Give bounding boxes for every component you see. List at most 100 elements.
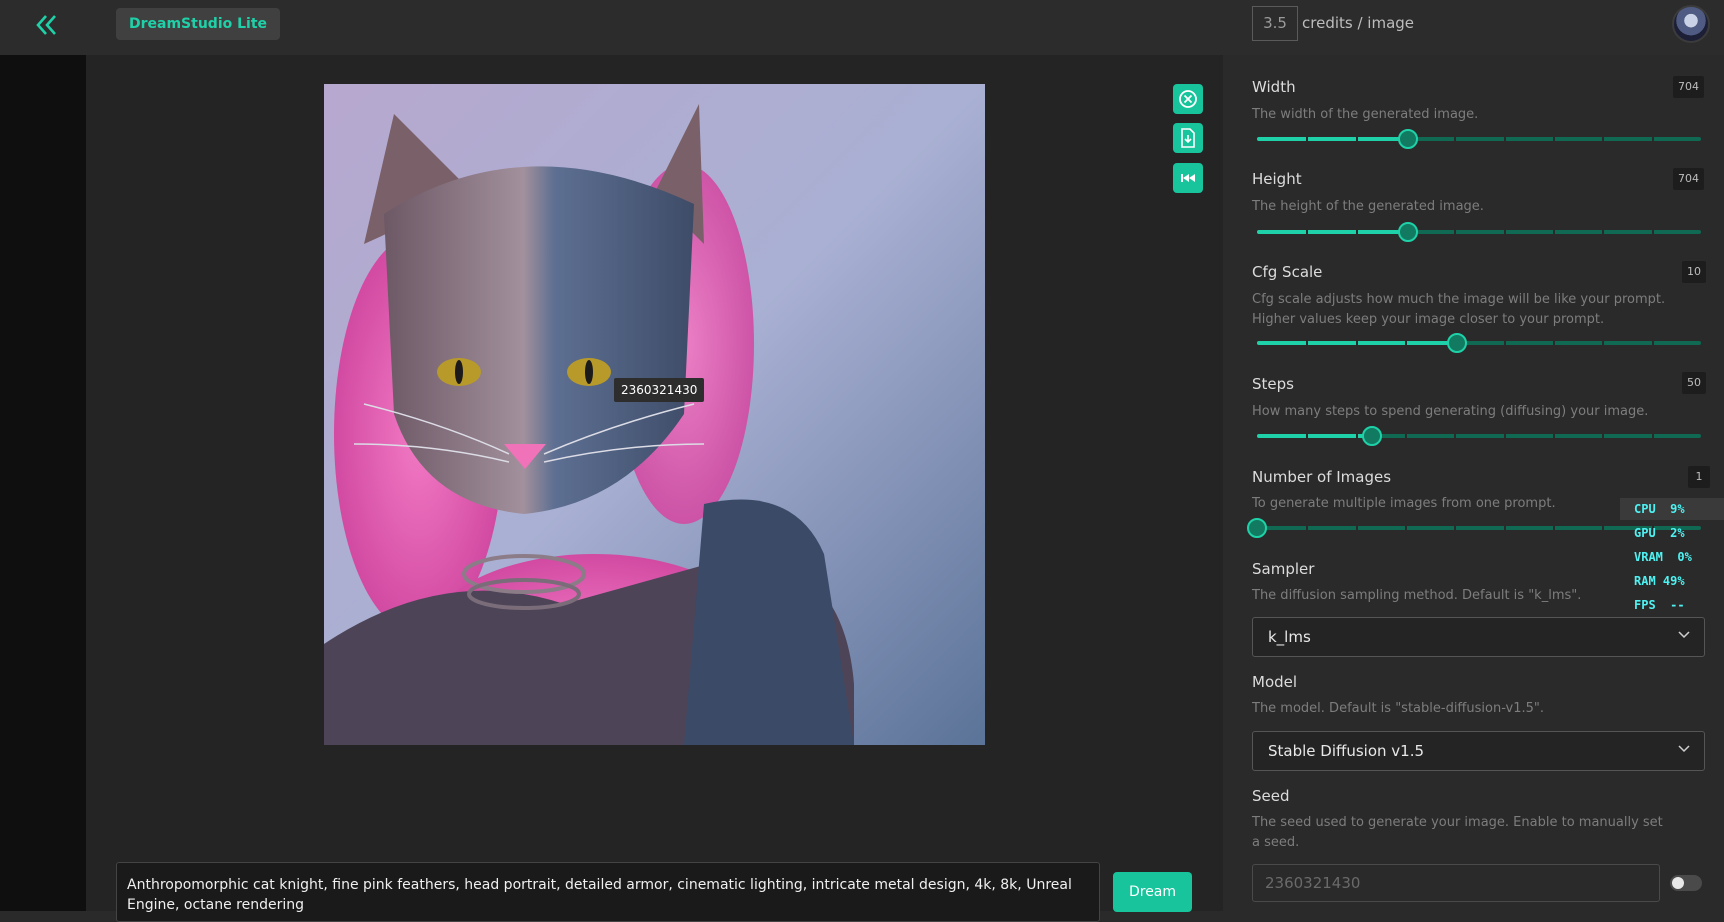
chevron-down-icon <box>1678 745 1690 753</box>
user-avatar[interactable] <box>1672 5 1710 43</box>
perf-cpu: CPU 9% <box>1620 498 1724 520</box>
slider-fill <box>1257 230 1408 234</box>
height-value[interactable]: 704 <box>1673 168 1704 190</box>
num-images-value[interactable]: 1 <box>1688 466 1710 488</box>
num-images-title: Number of Images <box>1252 468 1392 486</box>
perf-vram: VRAM 0% <box>1634 550 1692 564</box>
slider-fill <box>1257 137 1408 141</box>
height-desc: The height of the generated image. <box>1252 199 1484 214</box>
rewind-icon <box>1181 174 1195 182</box>
perf-ram: RAM 49% <box>1634 574 1685 588</box>
download-image-button[interactable] <box>1173 123 1203 153</box>
prompt-input[interactable]: Anthropomorphic cat knight, fine pink fe… <box>116 862 1100 922</box>
chevron-down-icon <box>1678 631 1690 639</box>
slider-tick <box>1553 526 1555 530</box>
seed-tooltip: 2360321430 <box>614 378 705 402</box>
perf-fps: FPS -- <box>1634 598 1685 612</box>
seed-input[interactable]: 2360321430 <box>1252 864 1660 902</box>
slider-tick <box>1651 230 1654 234</box>
slider-thumb[interactable] <box>1446 333 1467 353</box>
slider-tick <box>1553 230 1555 234</box>
slider-tick <box>1454 526 1457 530</box>
app-title: DreamStudio Lite <box>116 8 281 40</box>
model-selected: Stable Diffusion v1.5 <box>1268 742 1425 760</box>
slider-tick <box>1503 526 1506 530</box>
slider-tick <box>1355 526 1358 530</box>
height-slider[interactable] <box>1257 222 1701 242</box>
perf-gpu: GPU 2% <box>1634 526 1685 540</box>
slider-tick <box>1306 341 1309 345</box>
slider-tick <box>1503 137 1506 141</box>
steps-title: Steps <box>1252 375 1294 393</box>
slider-tick <box>1355 230 1358 234</box>
slider-tick <box>1405 526 1407 530</box>
slider-tick <box>1306 434 1309 438</box>
cat-knight-artwork <box>324 84 985 745</box>
slider-tick <box>1454 137 1457 141</box>
slider-tick <box>1503 230 1506 234</box>
file-download-icon <box>1181 128 1195 148</box>
left-gutter <box>86 55 116 911</box>
credits-value: 3.5 <box>1252 6 1298 41</box>
slider-tick <box>1553 434 1555 438</box>
slider-tick <box>1306 526 1309 530</box>
slider-tick <box>1602 137 1605 141</box>
model-desc: The model. Default is "stable-diffusion-… <box>1252 701 1545 716</box>
slider-tick <box>1405 434 1407 438</box>
slider-tick <box>1651 434 1654 438</box>
dream-button[interactable]: Dream <box>1113 872 1192 912</box>
width-title: Width <box>1252 78 1296 96</box>
close-circle-icon <box>1179 90 1197 108</box>
steps-desc: How many steps to spend generating (diff… <box>1252 404 1649 419</box>
seed-desc: The seed used to generate your image. En… <box>1252 815 1663 850</box>
reuse-settings-button[interactable] <box>1173 163 1203 193</box>
slider-thumb[interactable] <box>1247 518 1267 538</box>
collapse-sidebar-button[interactable] <box>30 8 64 42</box>
slider-tick <box>1306 137 1309 141</box>
credits-label: credits / image <box>1302 14 1415 32</box>
slider-tick <box>1454 434 1457 438</box>
slider-tick <box>1503 434 1506 438</box>
seed-title: Seed <box>1252 787 1290 805</box>
sampler-title: Sampler <box>1252 560 1315 578</box>
sidebar-collapsed <box>0 55 86 911</box>
slider-tick <box>1405 341 1407 345</box>
generated-image[interactable] <box>324 84 985 745</box>
slider-tick <box>1553 137 1555 141</box>
slider-tick <box>1355 434 1358 438</box>
width-value[interactable]: 704 <box>1673 76 1704 98</box>
slider-tick <box>1602 526 1605 530</box>
slider-tick <box>1651 341 1654 345</box>
width-desc: The width of the generated image. <box>1252 107 1479 122</box>
slider-tick <box>1503 341 1506 345</box>
slider-tick <box>1454 230 1457 234</box>
slider-tick <box>1602 434 1605 438</box>
height-title: Height <box>1252 170 1302 188</box>
double-chevron-left-icon <box>36 15 56 35</box>
slider-tick <box>1602 230 1605 234</box>
model-select[interactable]: Stable Diffusion v1.5 <box>1252 731 1705 771</box>
sampler-desc: The diffusion sampling method. Default i… <box>1252 588 1582 603</box>
slider-tick <box>1355 137 1358 141</box>
model-title: Model <box>1252 673 1298 691</box>
sampler-select[interactable]: k_lms <box>1252 617 1705 657</box>
slider-tick <box>1355 341 1358 345</box>
seed-toggle[interactable] <box>1670 875 1702 891</box>
steps-value[interactable]: 50 <box>1682 372 1706 394</box>
width-slider[interactable] <box>1257 129 1701 149</box>
slider-tick <box>1553 341 1555 345</box>
slider-tick <box>1602 341 1605 345</box>
toggle-knob <box>1672 877 1684 889</box>
close-image-button[interactable] <box>1173 84 1203 114</box>
slider-thumb[interactable] <box>1397 222 1418 242</box>
sampler-selected: k_lms <box>1268 628 1311 646</box>
perf-overlay: CPU 9% GPU 2% VRAM 0% RAM 49% FPS -- <box>1620 498 1724 618</box>
slider-thumb[interactable] <box>1397 129 1418 149</box>
steps-slider[interactable] <box>1257 426 1701 446</box>
num-images-desc: To generate multiple images from one pro… <box>1252 496 1556 511</box>
cfg-desc: Cfg scale adjusts how much the image wil… <box>1252 292 1666 327</box>
cfg-value[interactable]: 10 <box>1682 261 1706 283</box>
slider-tick <box>1651 137 1654 141</box>
cfg-slider[interactable] <box>1257 333 1701 353</box>
slider-tick <box>1306 230 1309 234</box>
